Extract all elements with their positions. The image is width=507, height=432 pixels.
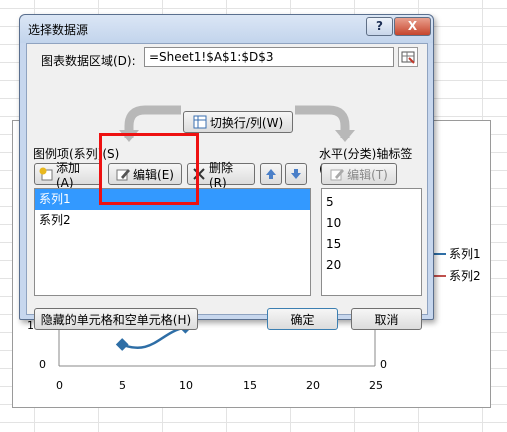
switch-row-column-label: 切换行/列(W) xyxy=(209,115,284,130)
range-label: 图表数据区域(D): xyxy=(41,54,136,68)
add-icon xyxy=(39,167,53,181)
hidden-empty-cells-button[interactable]: 隐藏的单元格和空单元格(H) xyxy=(34,308,198,330)
x-tick-25: 25 xyxy=(369,379,383,392)
series-1-point-1[interactable] xyxy=(115,338,129,351)
cancel-button[interactable]: 取消 xyxy=(351,308,422,330)
range-picker-icon xyxy=(401,51,415,64)
range-collapse-button[interactable] xyxy=(398,47,418,67)
help-button[interactable]: ? xyxy=(366,17,393,36)
axis-label-item-15[interactable]: 15 xyxy=(322,234,421,255)
x-tick-20: 20 xyxy=(306,379,320,392)
x-tick-15: 15 xyxy=(243,379,257,392)
legend-item-series-2[interactable]: 系列2 xyxy=(434,267,481,284)
axis-label-item-20[interactable]: 20 xyxy=(322,255,421,276)
select-data-source-dialog: 选择数据源 ? X 图表数据区域(D): =Sheet1!$A$1:$D$3 切… xyxy=(19,14,434,330)
legend-item-series-1[interactable]: 系列1 xyxy=(434,245,481,262)
axis-labels-list[interactable]: 5 10 15 20 xyxy=(321,188,422,296)
dialog-body: 图表数据区域(D): =Sheet1!$A$1:$D$3 切换行/列(W) 图例… xyxy=(26,43,428,330)
x-tick-10: 10 xyxy=(179,379,193,392)
y-tick-0: 0 xyxy=(39,358,46,371)
move-down-button[interactable] xyxy=(285,163,307,185)
close-button[interactable]: X xyxy=(394,17,431,36)
arrow-down-icon xyxy=(291,169,301,179)
legend-label-2: 系列2 xyxy=(449,269,481,283)
move-up-button[interactable] xyxy=(260,163,282,185)
legend-label-1: 系列1 xyxy=(449,247,481,261)
switch-row-column-button[interactable]: 切换行/列(W) xyxy=(183,111,293,133)
edit-axis-icon xyxy=(330,167,345,181)
axis-label-item-10[interactable]: 10 xyxy=(322,213,421,234)
series-list-item-2[interactable]: 系列2 xyxy=(35,210,310,231)
legend-swatch-2 xyxy=(434,274,446,277)
legend-swatch-1 xyxy=(434,252,446,255)
add-series-label: 添加(A) xyxy=(56,160,81,190)
edit-axis-labels-label: 编辑(T) xyxy=(347,167,388,182)
y2-tick-0: 0 xyxy=(380,358,387,371)
arrow-up-icon xyxy=(266,169,276,179)
ok-button[interactable]: 确定 xyxy=(267,308,338,330)
axis-label-item-5[interactable]: 5 xyxy=(322,192,421,213)
switch-row-column-icon xyxy=(193,115,207,129)
x-tick-5: 5 xyxy=(119,379,126,392)
dialog-titlebar[interactable]: 选择数据源 ? X xyxy=(20,15,433,43)
highlight-box xyxy=(99,133,199,205)
add-series-button[interactable]: 添加(A) xyxy=(34,161,102,190)
delete-series-label: 删除(R) xyxy=(209,160,234,190)
dialog-title: 选择数据源 xyxy=(28,23,89,37)
range-input[interactable]: =Sheet1!$A$1:$D$3 xyxy=(144,47,394,67)
edit-axis-labels-button[interactable]: 编辑(T) xyxy=(321,163,397,185)
x-tick-0: 0 xyxy=(56,379,63,392)
